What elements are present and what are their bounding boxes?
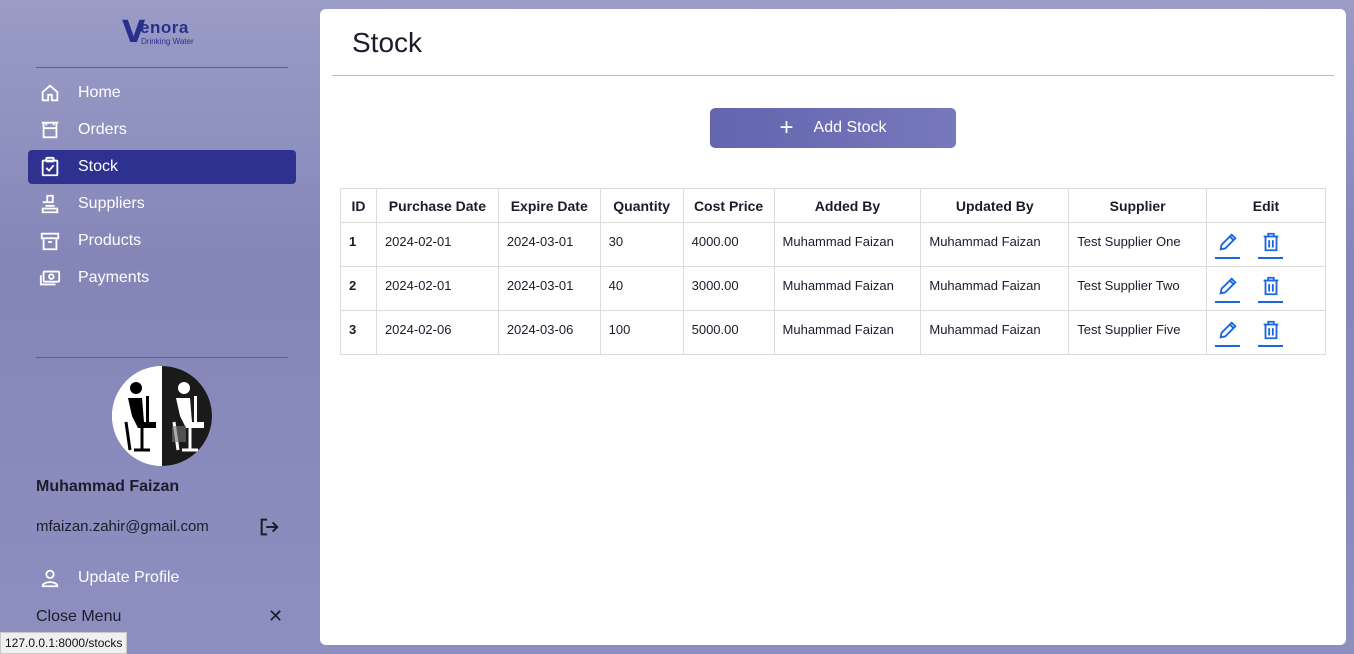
close-menu-label[interactable]: Close Menu bbox=[36, 608, 121, 626]
sidebar-item-orders[interactable]: Orders bbox=[28, 113, 296, 147]
cell-updated-by: Muhammad Faizan bbox=[920, 266, 1070, 311]
sidebar-item-label: Orders bbox=[78, 121, 127, 138]
cell-edit bbox=[1206, 310, 1326, 355]
cell-edit bbox=[1206, 266, 1326, 311]
sidebar-item-suppliers[interactable]: Suppliers bbox=[28, 187, 296, 221]
sidebar-divider-bottom bbox=[36, 357, 288, 358]
page-title: Stock bbox=[352, 27, 423, 58]
sidebar-divider-top bbox=[36, 67, 288, 68]
cell-id: 1 bbox=[340, 222, 377, 267]
cell-added-by: Muhammad Faizan bbox=[773, 310, 922, 355]
main-panel: Stock + Add Stock ID Purchase Date Expir… bbox=[320, 9, 1346, 645]
table-row: 1 2024-02-01 2024-03-01 30 4000.00 Muham… bbox=[340, 222, 1326, 267]
sidebar-item-label: Home bbox=[78, 84, 121, 101]
cell-cost-price: 5000.00 bbox=[682, 310, 775, 355]
cell-quantity: 40 bbox=[599, 266, 684, 311]
cell-purchase-date: 2024-02-06 bbox=[375, 310, 499, 355]
cell-cost-price: 4000.00 bbox=[682, 222, 775, 267]
cell-id: 2 bbox=[340, 266, 377, 311]
cell-added-by: Muhammad Faizan bbox=[773, 222, 922, 267]
clipboard-check-icon bbox=[38, 155, 62, 179]
cell-updated-by: Muhammad Faizan bbox=[920, 222, 1070, 267]
table-header-row: ID Purchase Date Expire Date Quantity Co… bbox=[340, 188, 1326, 223]
supplier-icon bbox=[38, 192, 62, 216]
cell-supplier: Test Supplier One bbox=[1068, 222, 1208, 267]
sidebar-item-label: Payments bbox=[78, 269, 150, 286]
cart-icon bbox=[38, 118, 62, 142]
column-header: Cost Price bbox=[682, 188, 775, 223]
cash-icon bbox=[38, 266, 62, 290]
table-row: 3 2024-02-06 2024-03-06 100 5000.00 Muha… bbox=[340, 310, 1326, 355]
column-header: Edit bbox=[1206, 188, 1326, 223]
logo-tagline: Drinking Water bbox=[141, 37, 194, 46]
cell-expire-date: 2024-03-01 bbox=[497, 266, 601, 311]
sidebar-item-stock[interactable]: Stock bbox=[28, 150, 296, 184]
plus-icon: + bbox=[779, 114, 794, 141]
cell-quantity: 100 bbox=[599, 310, 684, 355]
column-header: Purchase Date bbox=[375, 188, 499, 223]
update-profile-label: Update Profile bbox=[78, 569, 180, 586]
logo-word: enora bbox=[140, 18, 189, 37]
cell-purchase-date: 2024-02-01 bbox=[375, 266, 499, 311]
cell-updated-by: Muhammad Faizan bbox=[920, 310, 1070, 355]
delete-trash-icon[interactable] bbox=[1258, 275, 1284, 303]
stock-table: ID Purchase Date Expire Date Quantity Co… bbox=[340, 188, 1326, 355]
sidebar-item-label: Stock bbox=[78, 158, 119, 175]
title-divider bbox=[332, 75, 1334, 76]
sidebar: V enora Drinking Water Home Orders Stock bbox=[0, 0, 320, 654]
column-header: Updated By bbox=[920, 188, 1070, 223]
cell-supplier: Test Supplier Two bbox=[1068, 266, 1208, 311]
delete-trash-icon[interactable] bbox=[1258, 319, 1284, 347]
delete-trash-icon[interactable] bbox=[1258, 231, 1284, 259]
column-header: Quantity bbox=[599, 188, 684, 223]
sidebar-nav: Home Orders Stock Suppliers Products Pay… bbox=[28, 76, 296, 298]
table-row: 2 2024-02-01 2024-03-01 40 3000.00 Muham… bbox=[340, 266, 1326, 311]
edit-pencil-icon[interactable] bbox=[1215, 319, 1241, 347]
edit-pencil-icon[interactable] bbox=[1215, 231, 1241, 259]
add-stock-label: Add Stock bbox=[813, 119, 887, 136]
cell-added-by: Muhammad Faizan bbox=[773, 266, 922, 311]
home-icon bbox=[38, 81, 62, 105]
cell-quantity: 30 bbox=[599, 222, 684, 267]
cell-expire-date: 2024-03-06 bbox=[497, 310, 601, 355]
user-name: Muhammad Faizan bbox=[36, 478, 180, 495]
column-header: Expire Date bbox=[497, 188, 601, 223]
column-header: ID bbox=[340, 188, 377, 223]
status-bar-url: 127.0.0.1:8000/stocks bbox=[0, 632, 128, 654]
cell-id: 3 bbox=[340, 310, 377, 355]
cell-expire-date: 2024-03-01 bbox=[497, 222, 601, 267]
cell-cost-price: 3000.00 bbox=[682, 266, 775, 311]
user-email: mfaizan.zahir@gmail.com bbox=[36, 518, 209, 535]
edit-pencil-icon[interactable] bbox=[1215, 275, 1241, 303]
sidebar-item-label: Products bbox=[78, 232, 142, 249]
archive-icon bbox=[38, 229, 62, 253]
close-icon[interactable]: ✕ bbox=[268, 606, 283, 627]
add-stock-button[interactable]: + Add Stock bbox=[710, 108, 956, 148]
venora-logo[interactable]: V enora Drinking Water bbox=[122, 18, 212, 52]
sidebar-item-products[interactable]: Products bbox=[28, 224, 296, 258]
column-header: Supplier bbox=[1068, 188, 1208, 223]
cell-supplier: Test Supplier Five bbox=[1068, 310, 1208, 355]
column-header: Added By bbox=[773, 188, 922, 223]
sidebar-item-home[interactable]: Home bbox=[28, 76, 296, 110]
avatar[interactable] bbox=[112, 366, 212, 466]
sidebar-item-payments[interactable]: Payments bbox=[28, 261, 296, 295]
user-icon bbox=[38, 566, 62, 590]
cell-purchase-date: 2024-02-01 bbox=[375, 222, 499, 267]
update-profile-link[interactable]: Update Profile bbox=[38, 566, 179, 590]
logout-icon[interactable] bbox=[258, 516, 280, 538]
sidebar-item-label: Suppliers bbox=[78, 195, 145, 212]
cell-edit bbox=[1206, 222, 1326, 267]
